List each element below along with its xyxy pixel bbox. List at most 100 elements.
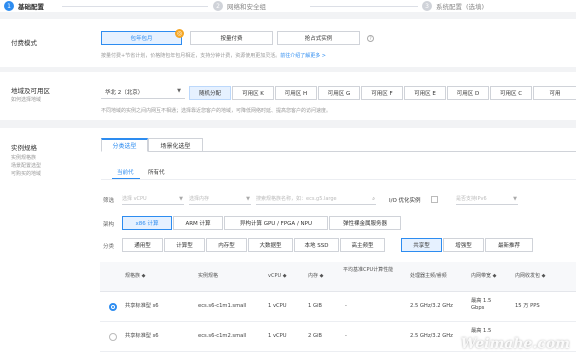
- step-1-number: 1: [4, 1, 14, 11]
- row-perf: -: [345, 303, 347, 309]
- row-spec: ecs.s6-c1m2.small: [198, 333, 247, 339]
- zone-e[interactable]: 可用区 E: [404, 86, 446, 100]
- col-vcpu[interactable]: vCPU ◆: [268, 273, 287, 280]
- zone-d[interactable]: 可用区 D: [447, 86, 489, 100]
- col-spec: 实例规格: [198, 273, 219, 279]
- region-select[interactable]: 华北 2（北京） ▼: [101, 85, 185, 99]
- sort-icon: ◆: [541, 273, 546, 279]
- row-pps: 15 万 PPS: [515, 303, 540, 309]
- chevron-down-icon: ▼: [513, 195, 517, 202]
- row-family: 共享标准型 s6: [125, 333, 159, 339]
- col-memory[interactable]: 内存 ◆: [308, 273, 323, 280]
- sort-icon: ◆: [492, 273, 497, 279]
- row-radio[interactable]: [109, 303, 117, 311]
- search-icon: ⌕: [372, 195, 375, 202]
- ipv6-select[interactable]: 是否支持IPv6 ▼: [456, 193, 518, 205]
- subtab-all[interactable]: 所有代: [148, 168, 165, 176]
- chevron-down-icon: ▼: [177, 88, 181, 94]
- row-bandwidth: 最高 1.5: [471, 328, 492, 334]
- row-memory: 1 GiB: [308, 303, 322, 309]
- instance-title: 实例规格: [11, 144, 37, 152]
- family-search-input[interactable]: 搜索规格族名称，如：ecs.g5.large ⌕: [256, 193, 376, 205]
- billing-title: 付费模式: [11, 39, 37, 47]
- filter-label: 筛选: [103, 198, 115, 204]
- row-vcpu: 1 vCPU: [268, 333, 287, 339]
- billing-section: 付费模式 包年包月 ◎ 按量付费 抢占式实例 ? 按量付费+节省计划，价格随包年…: [0, 19, 576, 67]
- col-family[interactable]: 规格族 ◆: [125, 273, 145, 280]
- billing-option-subscription[interactable]: 包年包月: [101, 31, 182, 45]
- tab-category[interactable]: 分类选型: [101, 138, 148, 152]
- step-3-label: 系统配置: [436, 3, 462, 11]
- step-3[interactable]: 3 系统配置 (选填): [422, 0, 484, 12]
- watermark-text: Weimahe.com: [460, 336, 570, 352]
- row-bandwidth: 最高 1.5 Gbps: [471, 298, 492, 311]
- table-row[interactable]: 共享标准型 s6 ecs.s6-c1m1.small 1 vCPU 1 GiB …: [100, 292, 576, 322]
- tab-scenario[interactable]: 场景化选型: [148, 138, 203, 152]
- zone-c[interactable]: 可用区 C: [490, 86, 532, 100]
- steps-bar: 1 基础配置 2 网络和安全组 3 系统配置 (选填): [0, 0, 576, 12]
- category-label: 分类: [103, 244, 115, 250]
- region-help-link[interactable]: 如何选择地域: [11, 96, 41, 105]
- chevron-down-icon: ▼: [179, 195, 183, 202]
- sort-icon: ◆: [319, 273, 324, 279]
- step-2[interactable]: 2 网络和安全组: [213, 0, 266, 12]
- cat-enhanced[interactable]: 增强型: [443, 238, 484, 252]
- io-label: I/O 优化实例: [389, 198, 421, 204]
- arch-arm[interactable]: ARM 计算: [173, 216, 223, 230]
- col-pps[interactable]: 内网收发包 ◆: [515, 273, 545, 280]
- row-freq: 2.5 GHz/3.2 GHz: [410, 303, 453, 309]
- step-connector: [62, 6, 208, 7]
- arch-label: 架构: [103, 222, 115, 228]
- zone-g[interactable]: 可用区 G: [318, 86, 360, 100]
- memory-select[interactable]: 选择内存 ▼: [189, 193, 251, 205]
- badge-icon: ◎: [175, 29, 184, 38]
- vcpu-select[interactable]: 选择 vCPU ▼: [122, 193, 184, 205]
- col-bandwidth[interactable]: 内网带宽 ◆: [471, 273, 496, 280]
- row-radio[interactable]: [109, 333, 117, 341]
- zone-h[interactable]: 可用区 H: [275, 86, 317, 100]
- cat-shared[interactable]: 共享型: [401, 238, 442, 252]
- row-memory: 2 GiB: [308, 333, 322, 339]
- row-perf: -: [345, 333, 347, 339]
- step-connector: [310, 6, 418, 7]
- cat-high-freq[interactable]: 高主频型: [340, 238, 385, 252]
- subtab-current[interactable]: 当前代: [117, 168, 134, 176]
- step-2-label: 网络和安全组: [227, 3, 266, 11]
- col-freq: 处理器主频/睿频: [410, 273, 447, 279]
- io-checkbox[interactable]: [431, 196, 438, 203]
- row-family: 共享标准型 s6: [125, 303, 159, 309]
- cat-local-ssd[interactable]: 本地 SSD: [294, 238, 339, 252]
- cat-memory[interactable]: 内存型: [206, 238, 247, 252]
- step-1[interactable]: 1 基础配置: [4, 0, 44, 12]
- tab-divider: [203, 151, 576, 152]
- billing-option-spot[interactable]: 抢占式实例: [277, 31, 360, 45]
- arch-gpu[interactable]: 异构计算 GPU / FPGA / NPU: [224, 216, 328, 230]
- zone-f[interactable]: 可用区 F: [361, 86, 403, 100]
- sort-icon: ◆: [141, 273, 146, 279]
- step-3-note: (选填): [466, 3, 485, 11]
- row-freq: 2.5 GHz/3.2 GHz: [410, 333, 453, 339]
- region-title: 地域及可用区: [11, 87, 50, 95]
- cat-general[interactable]: 通用型: [122, 238, 163, 252]
- help-icon[interactable]: ?: [367, 35, 374, 42]
- chevron-down-icon: ▼: [246, 195, 250, 202]
- step-3-number: 3: [422, 1, 432, 11]
- table-header: 规格族 ◆ 实例规格 vCPU ◆ 内存 ◆ 平均基准CPU计算性能 处理器主频…: [100, 262, 576, 292]
- arch-baremetal[interactable]: 弹性裸金属服务器: [329, 216, 401, 230]
- sort-icon: ◆: [282, 273, 287, 279]
- zone-k[interactable]: 可用区 K: [232, 86, 274, 100]
- cat-compute[interactable]: 计算型: [164, 238, 205, 252]
- subtab-divider: [101, 179, 576, 180]
- arch-x86[interactable]: x86 计算: [122, 216, 172, 230]
- cat-bigdata[interactable]: 大数据型: [248, 238, 293, 252]
- link-regions[interactable]: 可购买的地域: [11, 170, 41, 179]
- zone-more[interactable]: 可用: [533, 86, 576, 100]
- step-1-label: 基础配置: [18, 3, 44, 11]
- cat-recommended[interactable]: 最新推荐: [485, 238, 533, 252]
- step-2-number: 2: [213, 1, 223, 11]
- region-section: 地域及可用区 如何选择地域 华北 2（北京） ▼ 随机分配 可用区 K 可用区 H…: [0, 72, 576, 120]
- billing-option-payg[interactable]: 按量付费: [190, 31, 273, 45]
- learn-more-link[interactable]: 前往介绍了解更多 >: [280, 53, 326, 59]
- zone-random[interactable]: 随机分配: [189, 86, 231, 100]
- row-vcpu: 1 vCPU: [268, 303, 287, 309]
